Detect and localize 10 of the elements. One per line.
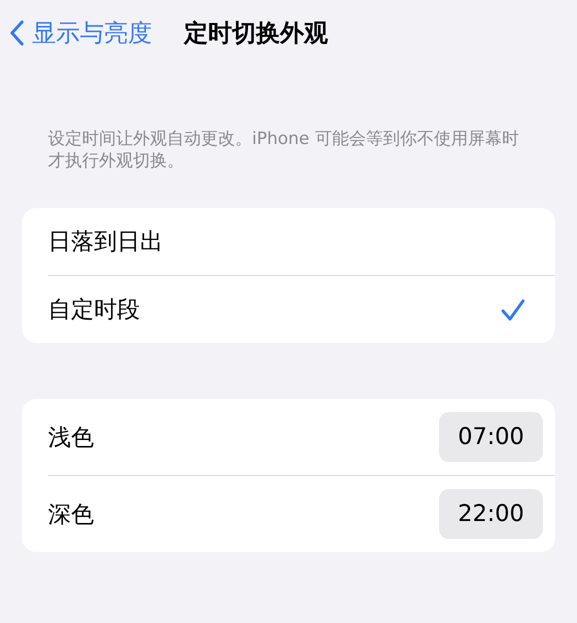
back-button[interactable]: 显示与亮度 bbox=[10, 17, 152, 49]
back-chevron-icon bbox=[10, 20, 24, 46]
time-picker-button[interactable]: 22:00 bbox=[439, 489, 543, 539]
page-title: 定时切换外观 bbox=[184, 18, 328, 49]
time-label: 深色 bbox=[48, 500, 94, 530]
schedule-option[interactable]: 自定时段 bbox=[22, 276, 555, 343]
time-picker-button[interactable]: 07:00 bbox=[439, 412, 543, 462]
time-label: 浅色 bbox=[48, 424, 94, 452]
description-text: 设定时间让外观自动更改。iPhone 可能会等到你不使用屏幕时才执行外观切换。 bbox=[48, 128, 520, 172]
schedule-option[interactable]: 日落到日出 bbox=[22, 208, 555, 275]
